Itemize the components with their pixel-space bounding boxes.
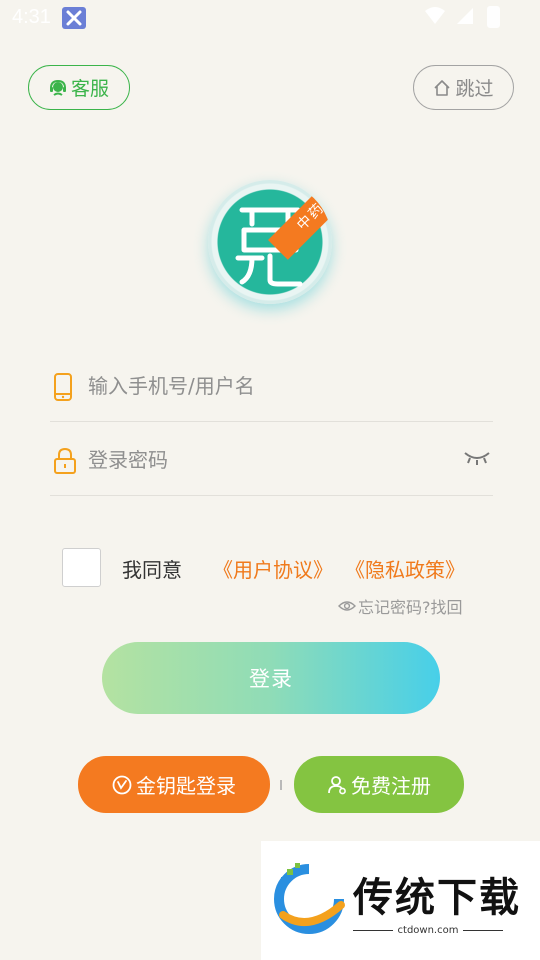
status-bar: 4:31 xyxy=(0,0,540,36)
lock-icon xyxy=(54,447,76,474)
skip-label: 跳过 xyxy=(455,78,494,100)
customer-service-button[interactable]: 客服 xyxy=(28,65,130,110)
watermark-title: 传统下载 xyxy=(353,875,521,921)
signal-icon xyxy=(457,8,473,24)
user-add-icon xyxy=(328,775,346,794)
customer-service-label: 客服 xyxy=(70,78,109,100)
username-input[interactable] xyxy=(88,368,448,404)
button-separator xyxy=(280,780,282,790)
golden-key-login-button[interactable]: 金钥匙登录 xyxy=(78,756,270,813)
agree-checkbox[interactable] xyxy=(62,548,101,587)
logo-circle: 中药士 xyxy=(208,180,332,304)
agree-label: 我同意 xyxy=(122,558,182,582)
watermark-logo-icon xyxy=(274,863,345,934)
password-field-row xyxy=(50,424,493,496)
user-agreement-link[interactable]: 《用户协议》 xyxy=(213,554,333,583)
password-input[interactable] xyxy=(88,442,448,478)
eye-closed-icon[interactable] xyxy=(463,450,491,466)
forgot-password-label: 忘记密码?找回 xyxy=(358,598,463,617)
battery-icon xyxy=(487,6,500,28)
watermark: 传统下载 ctdown.com xyxy=(261,841,540,960)
home-icon xyxy=(434,79,451,96)
fan-app-icon xyxy=(62,7,86,29)
register-label: 免费注册 xyxy=(351,774,431,798)
skip-button[interactable]: 跳过 xyxy=(413,65,514,110)
watermark-line-right xyxy=(463,930,503,931)
login-button[interactable]: 登录 xyxy=(102,642,440,714)
golden-key-login-label: 金钥匙登录 xyxy=(136,774,236,798)
phone-icon xyxy=(54,373,72,401)
phone-field-row xyxy=(50,350,493,422)
key-eye-icon xyxy=(338,601,356,611)
key-circle-icon xyxy=(112,775,132,794)
app-logo: 中药士 xyxy=(208,180,332,304)
wifi-icon xyxy=(425,7,445,24)
privacy-policy-link[interactable]: 《隐私政策》 xyxy=(345,554,465,583)
status-time: 4:31 xyxy=(12,6,51,28)
headset-icon xyxy=(49,79,66,96)
forgot-password-link[interactable]: 忘记密码?找回 xyxy=(338,594,463,618)
register-button[interactable]: 免费注册 xyxy=(294,756,464,813)
